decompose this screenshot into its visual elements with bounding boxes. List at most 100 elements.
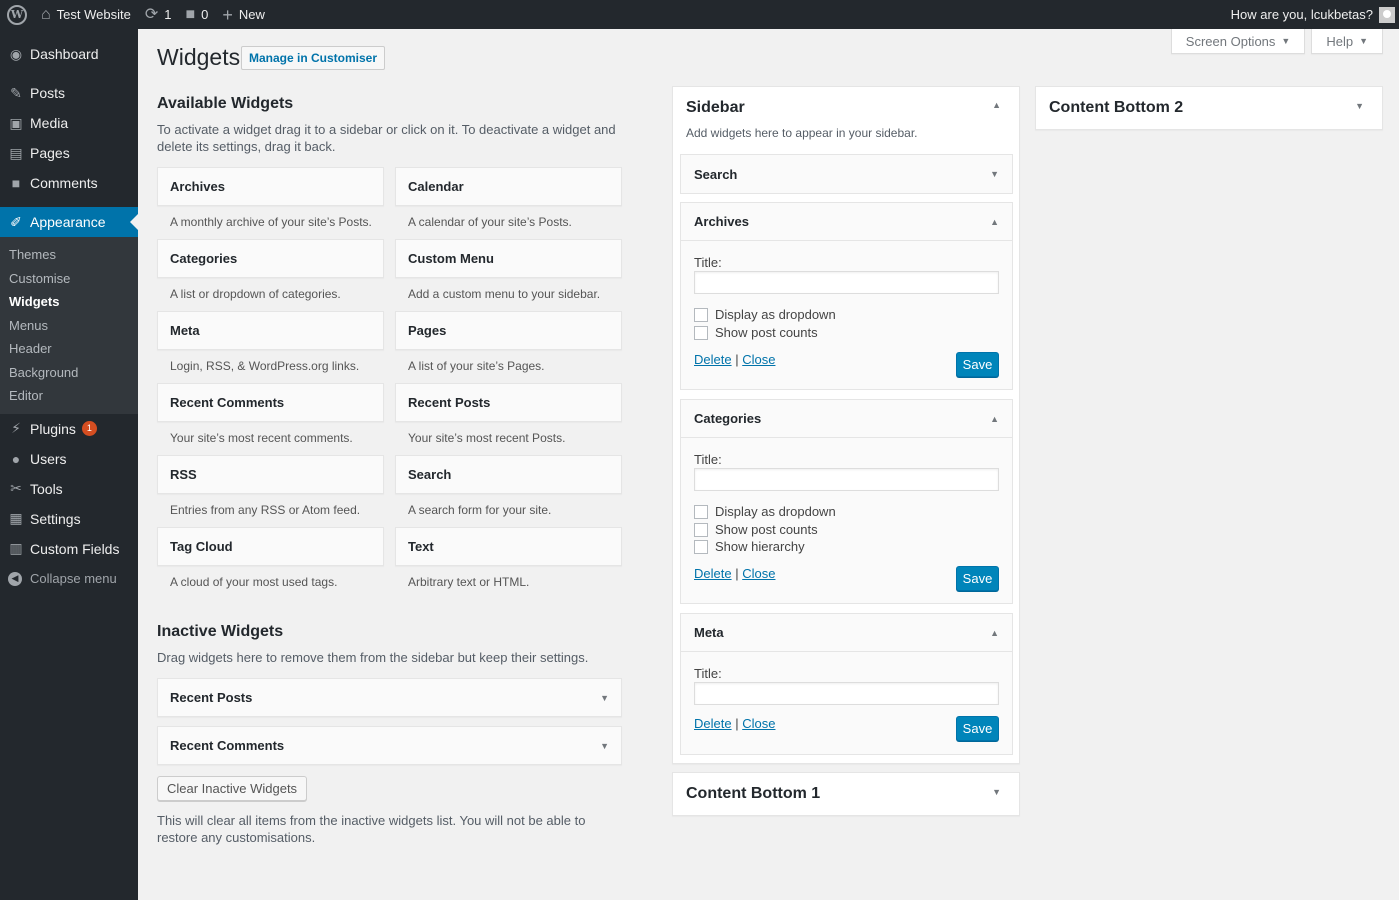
available-widget[interactable]: Text [395,527,622,566]
available-widget[interactable]: Recent Posts [395,383,622,422]
save-button[interactable]: Save [956,566,999,591]
available-widget[interactable]: Tag Cloud [157,527,384,566]
new-content-menu[interactable]: + New [215,0,272,29]
expand-arrow-icon[interactable]: ▼ [992,787,1001,797]
menu-posts[interactable]: ✎ Posts [0,78,138,108]
available-widget[interactable]: Calendar [395,167,622,206]
link-separator: | [735,566,739,581]
widget-header[interactable]: Archives ▲ [681,203,1012,241]
widget-description: Arbitrary text or HTML. [408,575,530,589]
sidebar-widget-search[interactable]: Search ▼ [680,154,1013,194]
available-widget[interactable]: Search [395,455,622,494]
collapse-arrow-icon[interactable]: ▲ [990,217,999,227]
inactive-widget-recent-comments[interactable]: Recent Comments ▼ [157,726,622,765]
site-name-menu[interactable]: ⌂ Test Website [34,0,138,29]
content-bottom-2-area[interactable]: Content Bottom 2 ▼ [1035,86,1383,130]
close-link[interactable]: Close [742,352,775,367]
comments-menu[interactable]: ■ 0 [179,0,216,29]
checkbox-label: Display as dropdown [715,307,836,322]
available-widget[interactable]: Meta [157,311,384,350]
collapse-arrow-icon[interactable]: ▲ [990,628,999,638]
widget-control-links: Delete | Close [694,352,775,367]
widget-header[interactable]: Categories ▲ [681,400,1012,438]
menu-appearance[interactable]: ✐ Appearance [0,207,138,237]
close-link[interactable]: Close [742,566,775,581]
menu-dashboard[interactable]: ◉ Dashboard [0,39,138,69]
checkbox[interactable] [694,539,708,554]
avatar [1379,6,1395,23]
screen-options-toggle[interactable]: Screen Options ▼ [1170,29,1306,54]
available-widget[interactable]: Pages [395,311,622,350]
menu-media[interactable]: ▣ Media [0,108,138,138]
delete-link[interactable]: Delete [694,352,732,367]
menu-plugins[interactable]: ⚡ Plugins 1 [0,414,138,444]
submenu-menus[interactable]: Menus [0,314,138,338]
expand-arrow-icon[interactable]: ▼ [600,741,609,751]
delete-link[interactable]: Delete [694,716,732,731]
submenu-themes[interactable]: Themes [0,243,138,267]
submenu-editor[interactable]: Editor [0,384,138,408]
clear-inactive-widgets-button[interactable]: Clear Inactive Widgets [157,776,308,801]
menu-settings[interactable]: ▦ Settings [0,504,138,534]
menu-comments[interactable]: ■ Comments [0,168,138,198]
checkbox-label: Show post counts [715,325,818,340]
collapse-arrow-icon[interactable]: ▲ [992,100,1001,110]
site-name: Test Website [56,7,131,22]
collapse-arrow-icon[interactable]: ▲ [990,414,999,424]
comment-icon: ■ [11,175,21,191]
expand-arrow-icon[interactable]: ▼ [600,693,609,703]
categories-dropdown-option[interactable]: Display as dropdown [694,504,836,519]
expand-arrow-icon[interactable]: ▼ [990,169,999,179]
submenu-background[interactable]: Background [0,361,138,385]
settings-icon: ▦ [9,510,23,526]
save-button[interactable]: Save [956,716,999,741]
content-bottom-1-area[interactable]: Content Bottom 1 ▼ [672,772,1020,816]
available-widget[interactable]: Recent Comments [157,383,384,422]
checkbox-label: Show hierarchy [715,539,805,554]
widget-title: Archives [694,214,749,229]
available-widget[interactable]: Categories [157,239,384,278]
archives-count-option[interactable]: Show post counts [694,325,818,340]
checkbox[interactable] [694,325,708,340]
widget-description: Login, RSS, & WordPress.org links. [170,359,360,373]
menu-custom-fields[interactable]: ▥ Custom Fields [0,534,138,564]
available-widget[interactable]: Archives [157,167,384,206]
screen-meta-links: Screen Options ▼ Help ▼ [1170,29,1383,54]
menu-label: Posts [30,85,66,101]
inactive-widget-recent-posts[interactable]: Recent Posts ▼ [157,678,622,717]
archives-title-input[interactable] [694,271,999,294]
paintbrush-icon: ✐ [10,213,22,230]
available-widget[interactable]: RSS [157,455,384,494]
meta-title-input[interactable] [694,682,999,705]
page-icon: ▤ [9,144,23,161]
close-link[interactable]: Close [742,716,775,731]
submenu-widgets[interactable]: Widgets [0,290,138,314]
checkbox[interactable] [694,522,708,537]
categories-count-option[interactable]: Show post counts [694,522,818,537]
checkbox[interactable] [694,307,708,322]
collapse-menu-button[interactable]: ◀ Collapse menu [0,564,138,594]
delete-link[interactable]: Delete [694,566,732,581]
updates-menu[interactable]: ⟳ 1 [138,0,179,29]
available-widget[interactable]: Custom Menu [395,239,622,278]
wp-logo-menu[interactable]: W [0,0,34,29]
admin-bar: W ⌂ Test Website ⟳ 1 ■ 0 + New How are y… [0,0,1399,29]
menu-tools[interactable]: ✂ Tools [0,474,138,504]
widget-header[interactable]: Search ▼ [681,155,1012,193]
menu-pages[interactable]: ▤ Pages [0,138,138,168]
checkbox[interactable] [694,504,708,519]
menu-label: Custom Fields [30,540,120,557]
archives-dropdown-option[interactable]: Display as dropdown [694,307,836,322]
categories-title-input[interactable] [694,468,999,491]
save-button[interactable]: Save [956,352,999,377]
my-account-menu[interactable]: How are you, lcukbetas? [1224,0,1399,29]
title-label: Title: [694,666,722,681]
expand-arrow-icon[interactable]: ▼ [1355,101,1364,111]
help-toggle[interactable]: Help ▼ [1311,29,1383,54]
submenu-header[interactable]: Header [0,337,138,361]
categories-hierarchy-option[interactable]: Show hierarchy [694,539,805,554]
manage-in-customiser-button[interactable]: Manage in Customiser [241,46,386,70]
menu-users[interactable]: ● Users [0,444,138,474]
widget-header[interactable]: Meta ▲ [681,614,1012,652]
submenu-customise[interactable]: Customise [0,267,138,291]
